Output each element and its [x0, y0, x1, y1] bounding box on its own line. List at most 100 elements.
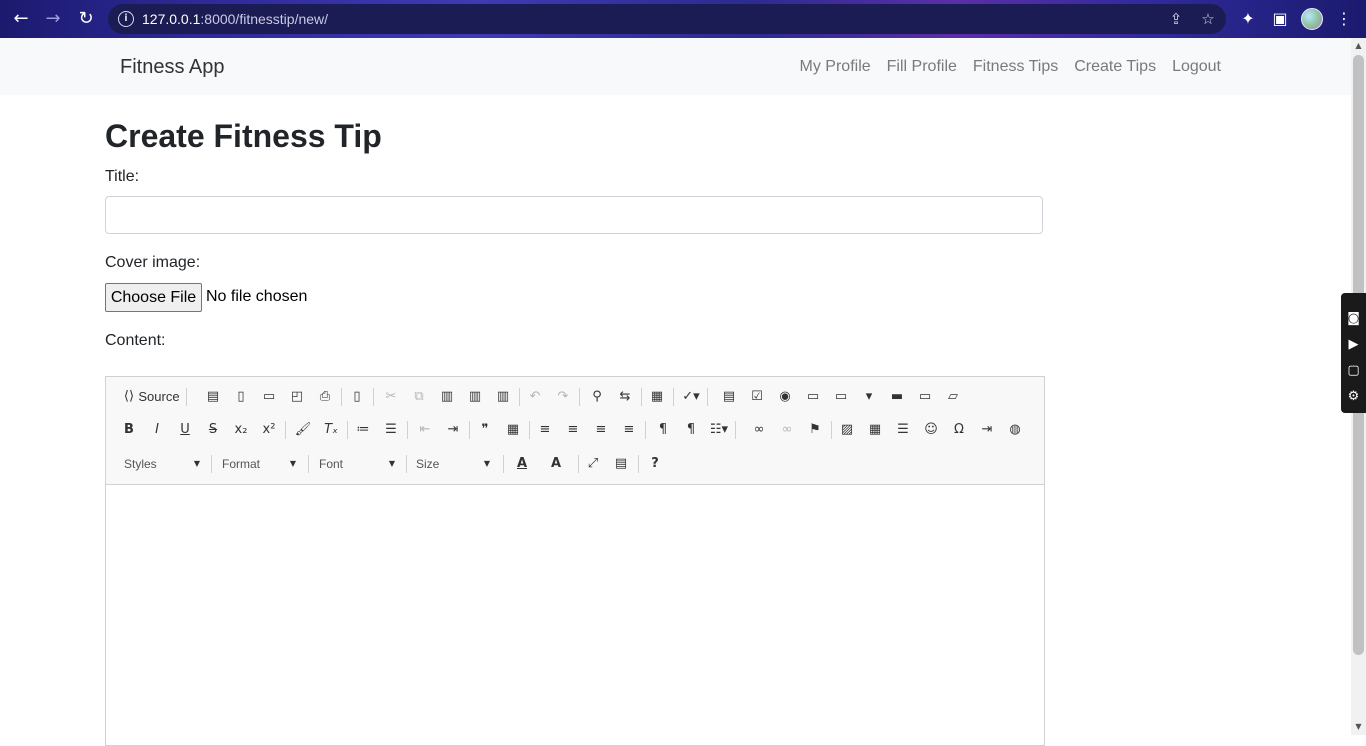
table-icon[interactable]: ▦ — [864, 419, 886, 441]
new-page-icon[interactable]: ▯ — [230, 386, 252, 408]
reload-icon[interactable]: ↻ — [74, 7, 98, 31]
image-button-icon[interactable]: ▭ — [914, 386, 936, 408]
align-center-icon[interactable]: ≡ — [562, 419, 584, 441]
text-color-icon[interactable]: A — [508, 453, 536, 475]
scroll-down-icon[interactable]: ▼ — [1354, 722, 1363, 732]
subscript-icon[interactable]: x₂ — [230, 419, 252, 441]
textarea-icon[interactable]: ▭ — [830, 386, 852, 408]
editor-content-area[interactable] — [106, 485, 1044, 745]
url-text[interactable]: 127.0.0.1:8000/fitnesstip/new/ — [142, 11, 328, 27]
iframe-icon[interactable]: ◍ — [1004, 419, 1026, 441]
print-icon[interactable]: ⎙ — [314, 386, 336, 408]
align-left-icon[interactable]: ≡ — [534, 419, 556, 441]
paste-icon[interactable]: ▥ — [436, 386, 458, 408]
format-combo-label: Format — [222, 457, 261, 471]
nav-create-tips[interactable]: Create Tips — [1074, 58, 1156, 76]
paste-text-icon[interactable]: ▥ — [464, 386, 486, 408]
remove-format-icon[interactable]: Tₓ — [320, 419, 342, 441]
horizontal-line-icon[interactable]: ☰ — [892, 419, 914, 441]
textfield-icon[interactable]: ▭ — [802, 386, 824, 408]
about-icon[interactable]: ? — [644, 453, 666, 475]
copy-icon[interactable]: ⧉ — [408, 386, 430, 408]
font-combo[interactable]: Font ▼ — [311, 453, 401, 475]
nav-my-profile[interactable]: My Profile — [800, 58, 871, 76]
save-icon[interactable]: ▤ — [202, 386, 224, 408]
scroll-up-icon[interactable]: ▲ — [1354, 41, 1363, 51]
page-break-icon[interactable]: ⇥ — [976, 419, 998, 441]
forward-icon[interactable]: → — [41, 7, 65, 31]
copy-format-icon[interactable]: 🖌 — [292, 419, 314, 441]
nav-fitness-tips[interactable]: Fitness Tips — [973, 58, 1058, 76]
templates-icon[interactable]: ▯ — [346, 386, 368, 408]
select-all-icon[interactable]: ▦ — [646, 386, 668, 408]
camera-icon[interactable]: ◙ — [1345, 310, 1362, 327]
title-input[interactable] — [105, 196, 1043, 234]
smiley-icon[interactable]: ☺ — [920, 419, 942, 441]
radio-icon[interactable]: ◉ — [774, 386, 796, 408]
cut-icon[interactable]: ✂ — [380, 386, 402, 408]
div-icon[interactable]: ▦ — [502, 419, 524, 441]
ltr-icon[interactable]: ¶ — [652, 419, 674, 441]
justify-icon[interactable]: ≡ — [618, 419, 640, 441]
browser-menu-icon[interactable]: ⋮ — [1334, 9, 1354, 29]
button-icon[interactable]: ▬ — [886, 386, 908, 408]
unlink-icon[interactable]: ∞ — [776, 419, 798, 441]
settings-icon[interactable]: ⚙ — [1345, 388, 1362, 405]
blockquote-icon[interactable]: ❞ — [474, 419, 496, 441]
bold-icon[interactable]: B — [118, 419, 140, 441]
replace-icon[interactable]: ⇆ — [614, 386, 636, 408]
superscript-icon[interactable]: x² — [258, 419, 280, 441]
checkbox-icon[interactable]: ☑ — [746, 386, 768, 408]
paste-word-icon[interactable]: ▥ — [492, 386, 514, 408]
preview-icon[interactable]: ◰ — [286, 386, 308, 408]
site-info-icon[interactable]: i — [118, 11, 134, 27]
underline-icon[interactable]: U — [174, 419, 196, 441]
video-icon[interactable]: ▶ — [1345, 336, 1362, 353]
undo-icon[interactable]: ↶ — [524, 386, 546, 408]
bulleted-list-icon[interactable]: ☰ — [380, 419, 402, 441]
format-combo[interactable]: Format ▼ — [214, 453, 302, 475]
nav-fill-profile[interactable]: Fill Profile — [887, 58, 957, 76]
toolbar-separator — [469, 421, 470, 439]
address-bar[interactable]: i 127.0.0.1:8000/fitnesstip/new/ ⇪ ☆ — [108, 4, 1226, 34]
styles-combo[interactable]: Styles ▼ — [116, 453, 206, 475]
anchor-icon[interactable]: ⚑ — [804, 419, 826, 441]
rtl-icon[interactable]: ¶ — [680, 419, 702, 441]
source-button[interactable]: Source — [138, 386, 180, 408]
numbered-list-icon[interactable]: ≔ — [352, 419, 374, 441]
special-char-icon[interactable]: Ω — [948, 419, 970, 441]
side-panel-icon[interactable]: ▣ — [1270, 9, 1290, 29]
background-color-icon[interactable]: A — [542, 453, 570, 475]
italic-icon[interactable]: I — [146, 419, 168, 441]
hidden-field-icon[interactable]: ▱ — [942, 386, 964, 408]
language-icon[interactable]: ☷▾ — [708, 419, 730, 441]
export-pdf-icon[interactable]: ▭ — [258, 386, 280, 408]
image-icon[interactable]: ▨ — [836, 419, 858, 441]
align-right-icon[interactable]: ≡ — [590, 419, 612, 441]
spellcheck-icon[interactable]: ✓▾ — [680, 386, 702, 408]
outdent-icon[interactable]: ⇤ — [414, 419, 436, 441]
find-icon[interactable]: ⚲ — [586, 386, 608, 408]
select-icon[interactable]: ▾ — [858, 386, 880, 408]
form-icon[interactable]: ▤ — [718, 386, 740, 408]
link-icon[interactable]: ∞ — [748, 419, 770, 441]
back-icon[interactable]: ← — [9, 7, 33, 31]
bookmark-star-icon[interactable]: ☆ — [1199, 10, 1217, 28]
profile-avatar[interactable] — [1301, 8, 1323, 30]
cover-image-label: Cover image: — [105, 254, 201, 271]
share-icon[interactable]: ⇪ — [1167, 10, 1185, 28]
window-icon[interactable]: ▢ — [1345, 362, 1362, 379]
show-blocks-icon[interactable]: ▤ — [610, 453, 632, 475]
toolbar-separator — [519, 388, 520, 406]
toolbar-separator — [831, 421, 832, 439]
indent-icon[interactable]: ⇥ — [442, 419, 464, 441]
brand-link[interactable]: Fitness App — [120, 56, 225, 79]
choose-file-button[interactable]: Choose File — [105, 283, 202, 312]
maximize-icon[interactable]: ⤢ — [582, 453, 604, 475]
redo-icon[interactable]: ↷ — [552, 386, 574, 408]
toolbar-separator — [407, 421, 408, 439]
size-combo[interactable]: Size ▼ — [408, 453, 496, 475]
nav-logout[interactable]: Logout — [1172, 58, 1221, 76]
strike-icon[interactable]: S — [202, 419, 224, 441]
extensions-icon[interactable]: ✦ — [1238, 9, 1258, 29]
